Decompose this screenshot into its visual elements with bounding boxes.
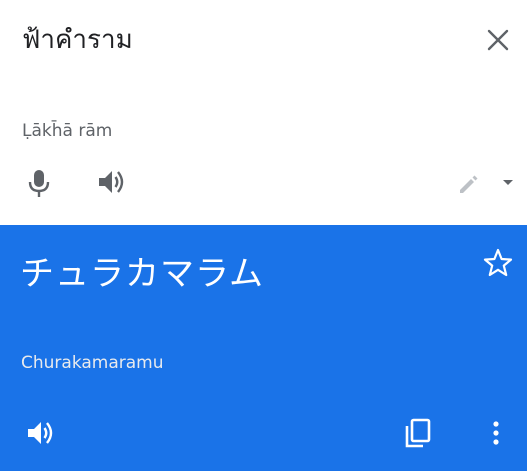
close-button[interactable]	[478, 20, 518, 60]
source-panel: ฟ้าคำราม Ḷākh̄ā rām	[0, 0, 527, 225]
translation-card: ฟ้าคำราม Ḷākh̄ā rām チュラカマラム Churakamaram…	[0, 0, 527, 471]
voice-input-button[interactable]	[19, 162, 59, 202]
source-transliteration: Ḷākh̄ā rām	[22, 121, 113, 141]
speaker-icon	[91, 162, 131, 202]
chevron-down-icon	[496, 170, 520, 194]
copy-icon	[398, 413, 438, 453]
translation-transliteration: Churakamaramu	[21, 353, 164, 373]
translated-text[interactable]: チュラカマラム	[20, 253, 264, 295]
source-text[interactable]: ฟ้าคำราม	[22, 22, 133, 58]
star-outline-icon	[478, 243, 518, 283]
close-icon	[478, 20, 518, 60]
more-vert-icon	[476, 413, 516, 453]
speaker-icon	[20, 413, 60, 453]
more-options-button[interactable]	[476, 413, 516, 453]
mic-icon	[19, 162, 59, 202]
translation-panel: チュラカマラム Churakamaramu	[0, 225, 527, 471]
copy-button[interactable]	[398, 413, 438, 453]
listen-translation-button[interactable]	[20, 413, 60, 453]
save-translation-button[interactable]	[478, 243, 518, 283]
edit-icon	[451, 166, 487, 202]
listen-source-button[interactable]	[91, 162, 131, 202]
edit-button[interactable]	[451, 166, 487, 202]
edit-menu-button[interactable]	[496, 170, 520, 194]
